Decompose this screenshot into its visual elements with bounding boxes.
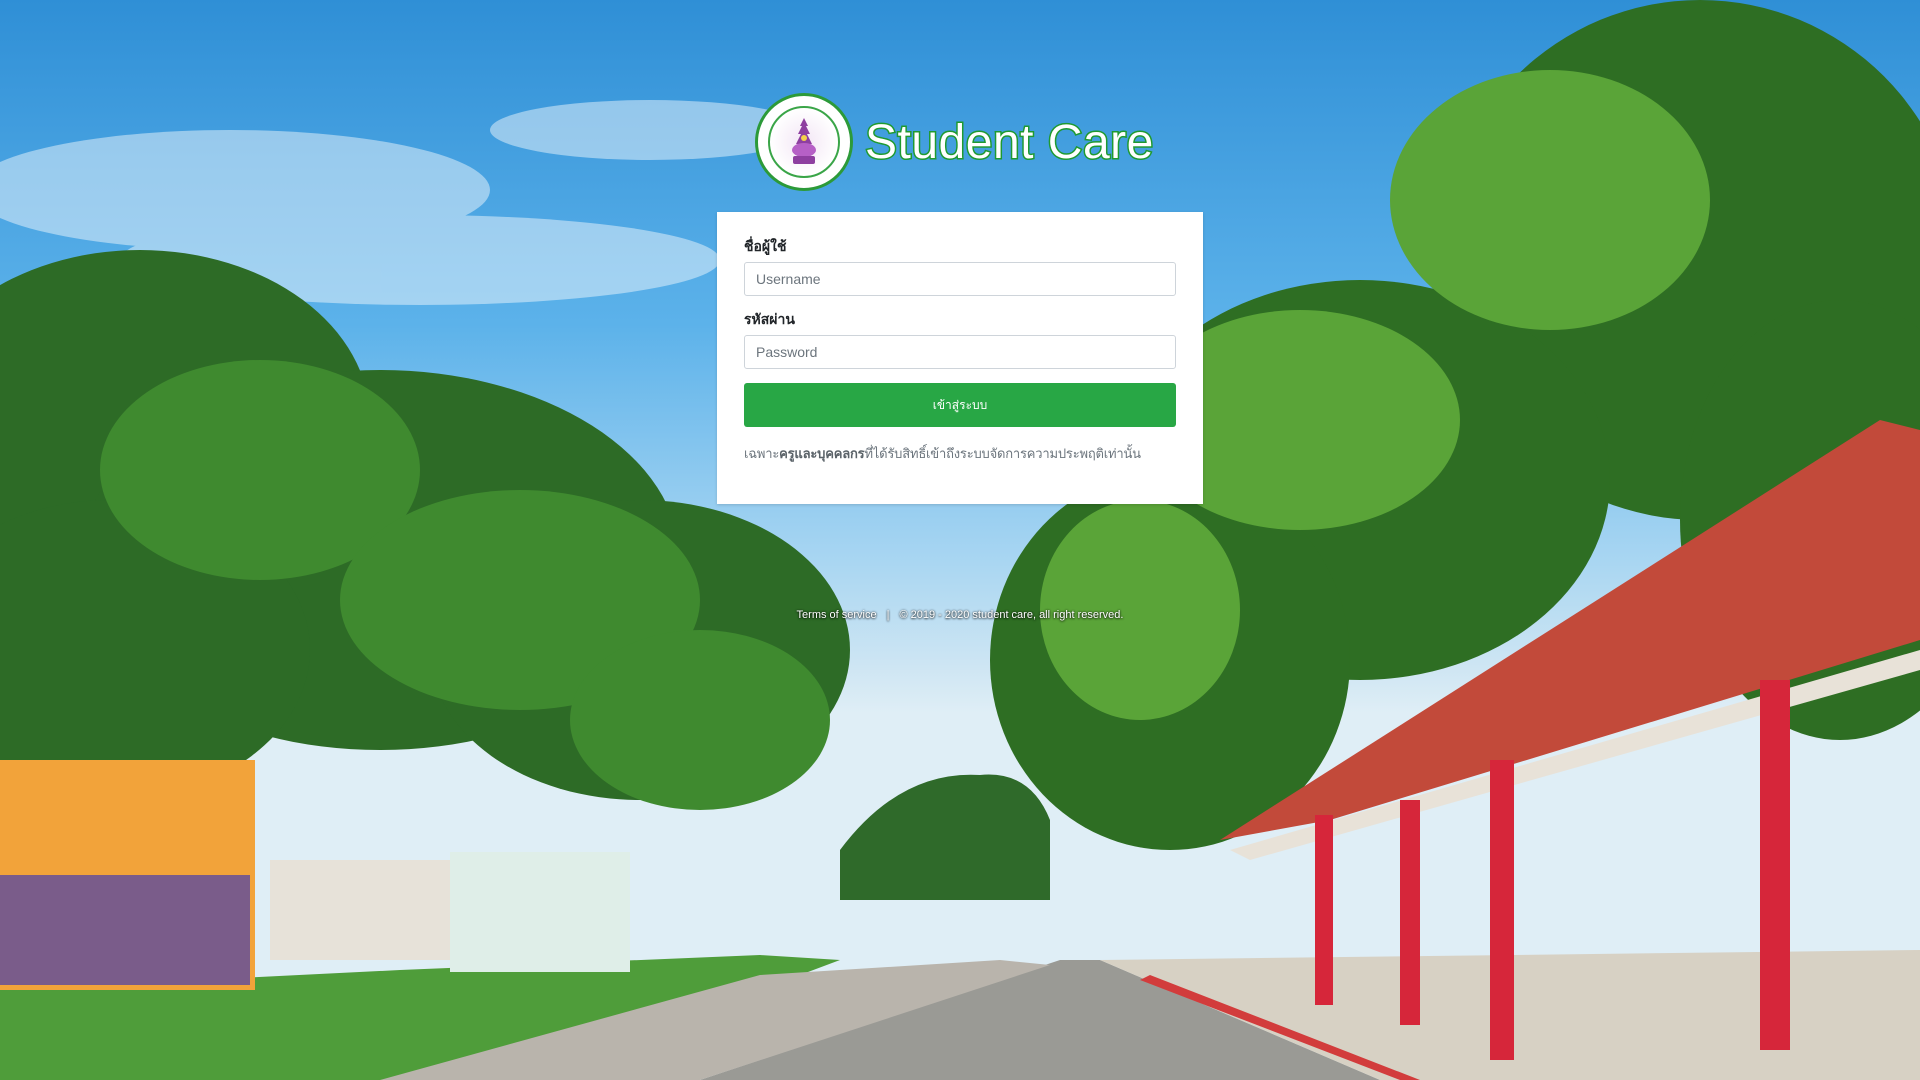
login-card: ชื่อผู้ใช้ รหัสผ่าน เข้าสู่ระบบ เฉพาะครู… [717, 212, 1203, 504]
terms-of-service-link[interactable]: Terms of service [797, 609, 877, 621]
password-input[interactable] [744, 335, 1176, 369]
copyright-text: © 2019 - 2020 student care, all right re… [899, 609, 1124, 621]
login-button[interactable]: เข้าสู่ระบบ [744, 383, 1176, 427]
footer: Terms of service | © 2019 - 2020 student c… [0, 609, 1920, 621]
seal-emblem-icon [792, 118, 816, 164]
notice-prefix: เฉพาะ [744, 447, 780, 462]
username-input[interactable] [744, 262, 1176, 296]
username-label: ชื่อผู้ใช้ [744, 239, 787, 255]
notice-emphasis: ครูและบุคคลกร [779, 447, 865, 462]
access-notice: เฉพาะครูและบุคคลกรที่ได้รับสิทธิ์เข้าถึง… [744, 443, 1176, 464]
notice-suffix: ที่ได้รับสิทธิ์เข้าถึงระบบจัดการความประพ… [864, 447, 1141, 462]
school-seal-icon [755, 93, 853, 191]
brand-header: Student Care [755, 90, 1155, 194]
password-label: รหัสผ่าน [744, 312, 795, 328]
app-title: Student Care [864, 114, 1155, 170]
footer-separator: | [886, 609, 890, 621]
